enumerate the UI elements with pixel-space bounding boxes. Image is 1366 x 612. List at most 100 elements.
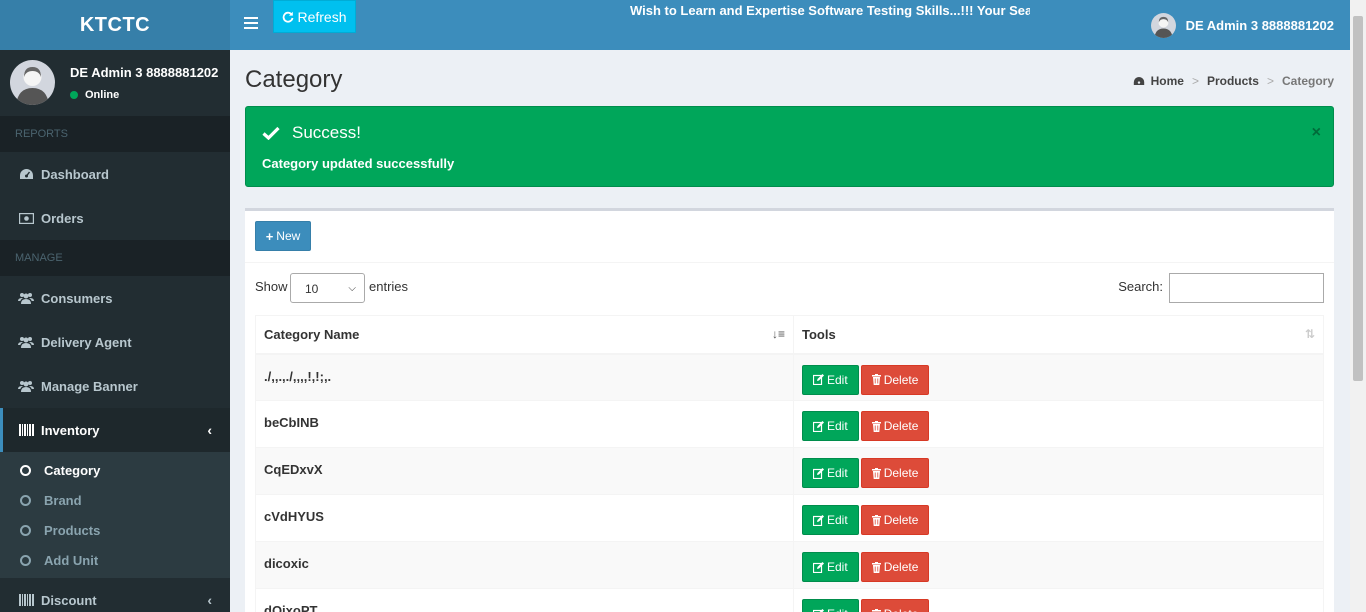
- delete-button[interactable]: Delete: [860, 552, 930, 582]
- search-input[interactable]: [1169, 273, 1324, 303]
- edit-button[interactable]: Edit: [802, 411, 859, 441]
- scrollbar-thumb[interactable]: [1353, 16, 1363, 381]
- brand-logo[interactable]: KTCTC: [0, 0, 230, 50]
- category-name-cell: beCbINB: [255, 400, 794, 448]
- tools-cell: Edit Delete: [793, 588, 1324, 612]
- edit-button[interactable]: Edit: [802, 599, 859, 612]
- success-alert: Success! Category updated successfully ×: [245, 106, 1334, 187]
- status-text: Online: [85, 89, 120, 101]
- edit-label: Edit: [827, 560, 848, 574]
- user-status: Online: [70, 89, 119, 101]
- table-row: ./,,.,./,,,,!,!;,. Edit Delete: [255, 353, 1324, 401]
- submenu-item-label: Category: [44, 462, 101, 478]
- edit-icon: [813, 467, 824, 479]
- circle-icon: [20, 524, 31, 536]
- breadcrumb-home[interactable]: Home: [1151, 74, 1184, 88]
- barcode-icon: [18, 594, 34, 606]
- box-header: + New: [245, 211, 1334, 263]
- delete-button[interactable]: Delete: [860, 364, 930, 395]
- sort-alpha-asc-icon: ↓≡: [771, 327, 785, 341]
- entries-label: entries: [369, 279, 409, 294]
- refresh-button[interactable]: Refresh: [273, 0, 356, 33]
- sidebar: KTCTC DE Admin 3 8888881202 Online REPOR…: [0, 0, 230, 612]
- delete-button[interactable]: Delete: [860, 505, 930, 535]
- tools-cell: Edit Delete: [793, 494, 1324, 542]
- new-label: New: [276, 229, 301, 243]
- delete-label: Delete: [883, 466, 919, 480]
- column-header-tools[interactable]: Tools ⇅: [793, 315, 1324, 355]
- sort-icon: ⇅: [1304, 327, 1315, 341]
- edit-button[interactable]: Edit: [802, 364, 859, 395]
- user-avatar: [1150, 13, 1176, 38]
- users-icon: [18, 380, 34, 392]
- header-user-name: DE Admin 3 8888881202: [1185, 18, 1334, 33]
- sidebar-item-dashboard[interactable]: Dashboard: [0, 152, 230, 196]
- inventory-submenu: Category Brand Products Add Unit: [0, 452, 230, 578]
- marquee-text: Wish to Learn and Expertise Software Tes…: [630, 3, 1030, 18]
- breadcrumb-category: Category: [1281, 74, 1334, 88]
- search-label: Search:: [1118, 279, 1163, 294]
- edit-icon: [813, 514, 824, 526]
- submenu-item-products[interactable]: Products: [0, 515, 230, 545]
- breadcrumb: Home > Products > Category: [1133, 74, 1334, 88]
- sidebar-item-discount[interactable]: Discount ‹: [0, 578, 230, 612]
- refresh-icon: [283, 11, 294, 23]
- breadcrumb-products[interactable]: Products: [1207, 74, 1259, 88]
- category-box: + New Show 10 ⌵ entries Search: Category…: [245, 208, 1334, 612]
- edit-button[interactable]: Edit: [802, 458, 859, 488]
- sidebar-item-label: Discount: [41, 592, 97, 608]
- edit-icon: [813, 420, 824, 432]
- sidebar-item-label: Orders: [41, 210, 84, 226]
- submenu-item-add-unit[interactable]: Add Unit: [0, 545, 230, 575]
- dashboard-icon: [18, 168, 34, 180]
- alert-title-text: Success!: [292, 123, 361, 142]
- sidebar-item-delivery-agent[interactable]: Delivery Agent: [0, 320, 230, 364]
- content-wrapper: Category Home > Products > Category Succ…: [230, 50, 1350, 612]
- delete-button[interactable]: Delete: [860, 599, 930, 612]
- sidebar-item-orders[interactable]: Orders: [0, 196, 230, 240]
- edit-label: Edit: [827, 466, 848, 480]
- trash-icon: [871, 514, 881, 526]
- sidebar-item-consumers[interactable]: Consumers: [0, 276, 230, 320]
- user-menu[interactable]: DE Admin 3 8888881202: [1150, 13, 1334, 38]
- table-row: beCbINB Edit Delete: [255, 400, 1324, 448]
- plus-icon: +: [265, 228, 274, 244]
- close-icon[interactable]: ×: [1312, 124, 1321, 142]
- tools-cell: Edit Delete: [793, 400, 1324, 448]
- category-name-cell: dicoxic: [255, 541, 794, 589]
- new-category-button[interactable]: + New: [255, 221, 311, 251]
- breadcrumb-separator: >: [1266, 74, 1274, 88]
- money-icon: [18, 212, 34, 224]
- alert-message: Category updated successfully: [262, 156, 455, 171]
- category-name-cell: dQjxoPT: [255, 588, 794, 612]
- section-header-reports: REPORTS: [0, 116, 230, 152]
- delete-button[interactable]: Delete: [860, 411, 930, 441]
- sidebar-item-inventory[interactable]: Inventory ‹: [0, 408, 230, 452]
- column-header-category-name[interactable]: Category Name ↓≡: [255, 315, 794, 355]
- table-row: dQjxoPT Edit Delete: [255, 588, 1324, 612]
- dashboard-icon: [1133, 77, 1144, 85]
- page-scrollbar[interactable]: [1350, 0, 1366, 612]
- submenu-item-category[interactable]: Category: [0, 455, 230, 485]
- sidebar-user-name: DE Admin 3 8888881202: [70, 65, 219, 80]
- tools-cell: Edit Delete: [793, 353, 1324, 401]
- trash-icon: [871, 374, 881, 385]
- section-header-manage: MANAGE: [0, 240, 230, 276]
- category-table: Category Name ↓≡ Tools ⇅ ./,,.,./,,,,!,!…: [255, 315, 1324, 612]
- trash-icon: [871, 420, 881, 432]
- menu-toggle-icon[interactable]: [244, 17, 258, 32]
- user-avatar: [10, 60, 55, 105]
- entries-select[interactable]: 10 ⌵: [290, 273, 365, 303]
- entries-value: 10: [305, 282, 319, 296]
- online-dot-icon: [70, 91, 78, 99]
- category-name-cell: cVdHYUS: [255, 494, 794, 542]
- trash-icon: [871, 608, 881, 612]
- edit-button[interactable]: Edit: [802, 505, 859, 535]
- chevron-left-icon: ‹: [207, 592, 212, 608]
- tools-cell: Edit Delete: [793, 541, 1324, 589]
- sidebar-item-manage-banner[interactable]: Manage Banner: [0, 364, 230, 408]
- edit-label: Edit: [827, 607, 848, 612]
- submenu-item-brand[interactable]: Brand: [0, 485, 230, 515]
- edit-button[interactable]: Edit: [802, 552, 859, 582]
- delete-button[interactable]: Delete: [860, 458, 930, 488]
